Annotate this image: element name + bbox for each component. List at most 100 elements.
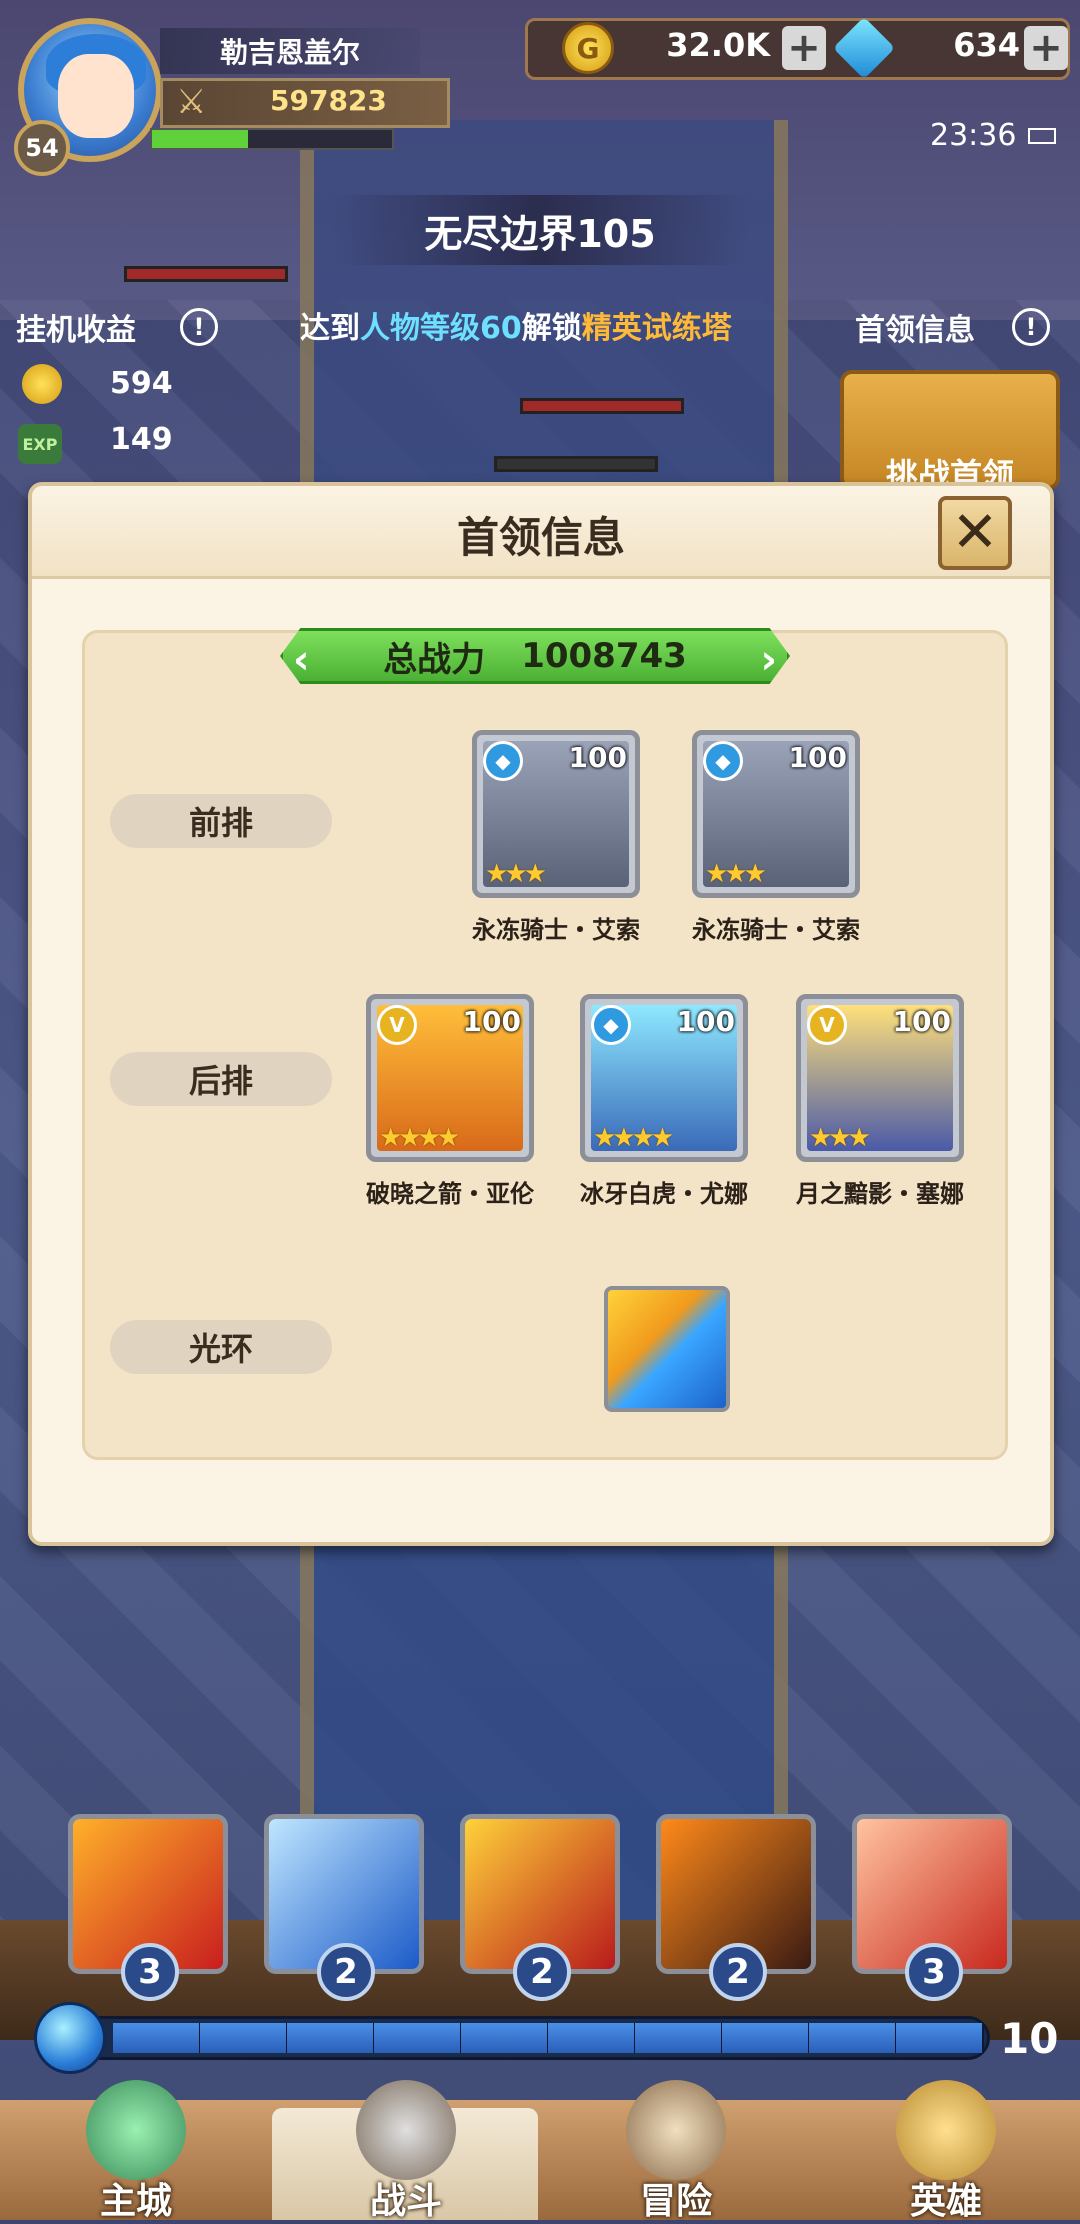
energy-segment [896,2023,984,2053]
row-label-back: 后排 [110,1052,332,1106]
nav-item-adventure[interactable]: 冒险 [546,2080,806,2222]
total-power-label: 总战力 [383,639,486,680]
row-label-aura: 光环 [110,1320,332,1374]
element-icon: V [377,1005,417,1045]
modal-title: 首领信息 [456,513,625,562]
aura-icon[interactable] [604,1286,730,1412]
add-gems-button[interactable]: + [1024,26,1068,70]
boss-info-label: 首领信息 [855,313,975,348]
hero-level: 100 [892,1005,951,1038]
nav-item-home[interactable]: 主城 [6,2080,266,2222]
total-power-banner: ‹ 总战力 1008743 › [280,628,790,684]
unlock-tip-requirement: 人物等级60 [360,311,522,346]
hero-card[interactable]: V 100 ★★★ [796,994,964,1162]
skill-count: 3 [905,1943,963,2001]
nav-label: 冒险 [639,2181,712,2222]
chevron-right-icon: › [760,637,777,683]
energy-segment [461,2023,549,2053]
hero-name: 永冻骑士・艾索 [472,916,640,944]
hero-name: 月之黯影・塞娜 [796,1180,964,1208]
energy-segment [548,2023,636,2053]
scroll-icon [626,2080,726,2180]
player-level-badge: 54 [14,120,70,176]
unlock-tip-target: 精英试练塔 [581,311,732,346]
element-icon: V [807,1005,847,1045]
enemy-hp-bar [520,398,684,414]
hero-stars: ★★★ [809,1123,871,1153]
energy-segment [113,2023,201,2053]
idle-income-title: 挂机收益 [16,313,136,348]
challenge-boss-button[interactable]: 挑战首领 [840,370,1060,494]
hero-stars: ★★★ [705,859,767,889]
energy-segment [722,2023,810,2053]
skill-count: 2 [513,1943,571,2001]
hero-card[interactable]: ◆ 100 ★★★ [692,730,860,898]
row-label-front: 前排 [110,794,332,848]
nav-item-heroes[interactable]: 英雄 [816,2080,1076,2222]
skill-ice-lance-icon[interactable]: 2 [264,1814,424,2001]
hero-level: 100 [462,1005,521,1038]
skill-fire-slash-icon[interactable]: 3 [852,1814,1012,2001]
player-name: 勒吉恩盖尔 [160,28,420,74]
energy-segment [635,2023,723,2053]
skill-flame-sword-icon[interactable]: 3 [68,1814,228,2001]
exp-icon: EXP [18,424,62,464]
hero-stars: ★★★★ [593,1123,674,1153]
crossed-swords-icon [356,2080,456,2180]
gem-value: 634 [953,26,1020,64]
energy-crystal-icon [34,2002,106,2074]
hero-level: 100 [676,1005,735,1038]
add-gold-button[interactable]: + [782,26,826,70]
hero-name: 永冻骑士・艾索 [692,916,860,944]
boss-info-modal: 首领信息 ✕ ‹ 总战力 1008743 › 前排 ◆ 100 ★★★ 永冻骑士… [28,482,1054,1546]
total-power-value: 1008743 [521,636,687,676]
battery-icon [1028,128,1056,144]
player-exp-bar [150,128,394,150]
player-exp-fill [152,130,248,148]
nav-label: 主城 [99,2181,172,2222]
nav-label: 战斗 [369,2181,442,2222]
boss-info-icon[interactable]: ! [1012,308,1050,346]
unlock-tip-prefix: 达到 [300,311,360,346]
energy-segment [374,2023,462,2053]
idle-exp-value: 149 [110,422,173,457]
unlock-tip-mid: 解锁 [521,311,582,346]
hero-crest-icon [896,2080,996,2180]
avatar-face [58,54,134,138]
energy-bar [70,2016,990,2060]
chevron-left-icon: ‹ [293,637,310,683]
close-icon: ✕ [951,500,999,565]
energy-segment [809,2023,897,2053]
nav-item-battle[interactable]: 战斗 [276,2080,536,2222]
skill-count: 2 [709,1943,767,2001]
gold-coin-icon: G [562,22,614,74]
hero-card[interactable]: ◆ 100 ★★★ [472,730,640,898]
energy-count: 10 [1000,2014,1059,2063]
player-power-value: 597823 [270,84,387,117]
element-icon: ◆ [483,741,523,781]
hero-stars: ★★★ [485,859,547,889]
castle-icon [86,2080,186,2180]
hero-level: 100 [568,741,627,774]
skill-shadow-icon[interactable]: 2 [656,1814,816,2001]
idle-gold-value: 594 [110,366,173,401]
hero-card[interactable]: V 100 ★★★★ [366,994,534,1162]
hero-name: 破晓之箭・亚伦 [366,1180,534,1208]
unlock-tip: 达到人物等级60解锁精英试练塔 [300,303,732,347]
gold-coin-icon [22,364,62,404]
clock: 23:36 [930,118,1017,153]
hero-level: 100 [788,741,847,774]
element-icon: ◆ [591,1005,631,1045]
skill-count: 3 [121,1943,179,2001]
close-button[interactable]: ✕ [938,496,1012,570]
hero-stars: ★★★★ [379,1123,460,1153]
idle-income-info-icon[interactable]: ! [180,308,218,346]
hero-name: 冰牙白虎・尤娜 [580,1180,748,1208]
nav-label: 英雄 [909,2181,982,2222]
energy-segment [287,2023,375,2053]
energy-segment [200,2023,288,2053]
skill-count: 2 [317,1943,375,2001]
skill-bomb-icon[interactable]: 2 [460,1814,620,2001]
enemy-hp-bar [494,456,658,472]
hero-card[interactable]: ◆ 100 ★★★★ [580,994,748,1162]
